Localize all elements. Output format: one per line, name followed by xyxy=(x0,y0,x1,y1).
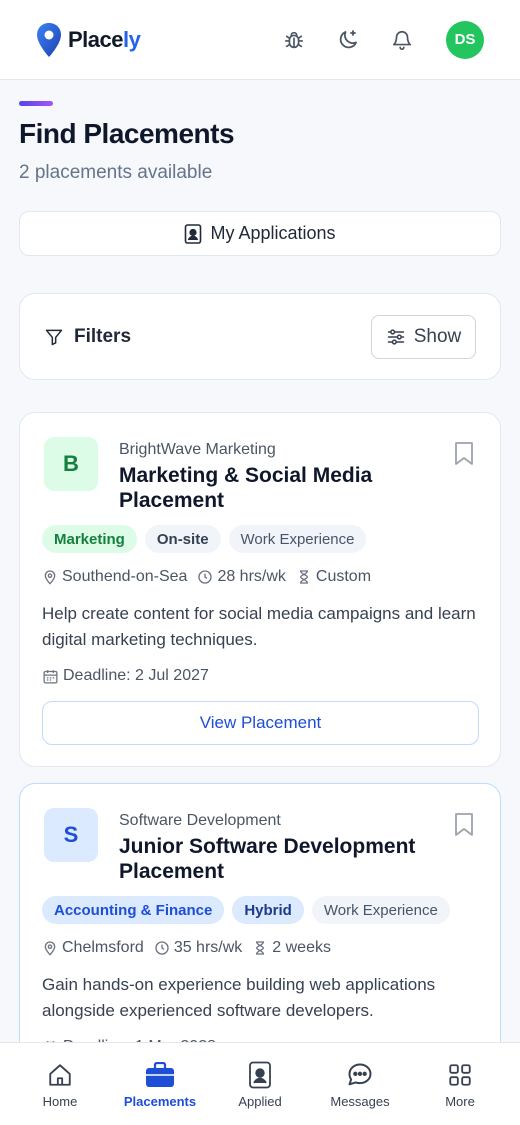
briefcase-icon xyxy=(145,1060,175,1090)
location-text: Chelmsford xyxy=(62,939,144,956)
placement-description: Help create content for social media cam… xyxy=(42,604,476,649)
bottom-navigation: Home Placements Applied Messages More xyxy=(0,1042,520,1125)
placements-count: 2 placements available xyxy=(19,162,213,183)
document-user-icon xyxy=(245,1060,275,1090)
company-name: BrightWave Marketing xyxy=(119,441,276,458)
tag-work-mode: On-site xyxy=(144,525,221,553)
nav-messages[interactable]: Messages xyxy=(315,1060,405,1109)
nav-applied[interactable]: Applied xyxy=(215,1060,305,1109)
nav-placements-label: Placements xyxy=(123,1093,197,1109)
home-icon xyxy=(45,1060,75,1090)
app-logo[interactable]: Placely xyxy=(36,22,141,58)
clock-icon xyxy=(198,570,213,584)
app-name: Placely xyxy=(68,26,141,52)
filters-panel: Filters Show xyxy=(19,293,501,380)
hours-text: 35 hrs/wk xyxy=(173,939,243,956)
nav-more[interactable]: More xyxy=(415,1060,505,1109)
nav-messages-label: Messages xyxy=(330,1093,390,1109)
nav-placements[interactable]: Placements xyxy=(115,1060,205,1109)
filters-toggle[interactable]: Filters xyxy=(44,326,131,348)
bookmark-icon[interactable] xyxy=(454,441,474,466)
bell-icon[interactable] xyxy=(388,26,416,54)
placement-card[interactable]: B BrightWave Marketing Marketing & Socia… xyxy=(19,412,501,767)
duration-text: Custom xyxy=(315,568,372,585)
bug-icon[interactable] xyxy=(280,26,308,54)
location-pin-icon xyxy=(37,22,61,57)
nav-home[interactable]: Home xyxy=(15,1060,105,1109)
nav-home-label: Home xyxy=(42,1093,78,1109)
nav-more-label: More xyxy=(445,1093,475,1109)
view-placement-button[interactable]: View Placement xyxy=(42,701,479,745)
location-icon xyxy=(44,941,56,956)
filters-label: Filters xyxy=(74,325,132,347)
placement-card[interactable]: S Software Development Junior Software D… xyxy=(19,783,501,1083)
deadline-text: Deadline: 2 Jul 2027 xyxy=(63,667,209,684)
title-accent-bar xyxy=(19,101,53,106)
sliders-icon xyxy=(387,328,404,345)
tag-list: Marketing On-site Work Experience xyxy=(42,525,367,553)
document-user-icon xyxy=(185,223,202,244)
company-logo: S xyxy=(44,808,98,862)
tag-category: Accounting & Finance xyxy=(42,896,225,924)
calendar-icon xyxy=(43,669,58,684)
tag-work-mode: Hybrid xyxy=(232,896,304,924)
location-icon xyxy=(44,570,56,585)
user-avatar[interactable]: DS xyxy=(446,20,484,59)
tag-type: Work Experience xyxy=(228,525,367,553)
grid-icon xyxy=(445,1060,475,1090)
hourglass-icon xyxy=(256,941,265,955)
nav-applied-label: Applied xyxy=(238,1093,282,1109)
hours-text: 28 hrs/wk xyxy=(217,568,286,585)
tag-category: Marketing xyxy=(42,525,137,553)
placement-title[interactable]: Junior Software Development Placement xyxy=(119,834,439,884)
tag-list: Accounting & Finance Hybrid Work Experie… xyxy=(42,896,450,924)
placement-meta: Chelmsford 35 hrs/wk 2 weeks xyxy=(42,939,331,957)
hourglass-icon xyxy=(299,570,308,584)
show-filters-button[interactable]: Show xyxy=(371,314,476,359)
page-title: Find Placements xyxy=(19,118,235,149)
bookmark-icon[interactable] xyxy=(454,812,474,837)
show-filters-label: Show xyxy=(413,325,462,347)
company-logo: B xyxy=(44,437,98,491)
company-name: Software Development xyxy=(119,812,281,829)
clock-icon xyxy=(155,941,169,955)
placement-deadline: Deadline: 2 Jul 2027 xyxy=(42,667,209,685)
my-applications-label: My Applications xyxy=(210,223,336,243)
location-text: Southend-on-Sea xyxy=(62,568,188,585)
app-header: Placely DS xyxy=(0,0,520,80)
my-applications-button[interactable]: My Applications xyxy=(19,211,501,256)
placement-meta: Southend-on-Sea 28 hrs/wk Custom xyxy=(42,568,371,586)
duration-text: 2 weeks xyxy=(272,939,331,956)
tag-type: Work Experience xyxy=(311,896,450,924)
filter-icon xyxy=(45,329,63,345)
placement-title[interactable]: Marketing & Social Media Placement xyxy=(119,463,419,513)
moon-icon[interactable] xyxy=(334,26,362,54)
placement-description: Gain hands-on experience building web ap… xyxy=(42,975,436,1020)
chat-icon xyxy=(345,1060,375,1090)
